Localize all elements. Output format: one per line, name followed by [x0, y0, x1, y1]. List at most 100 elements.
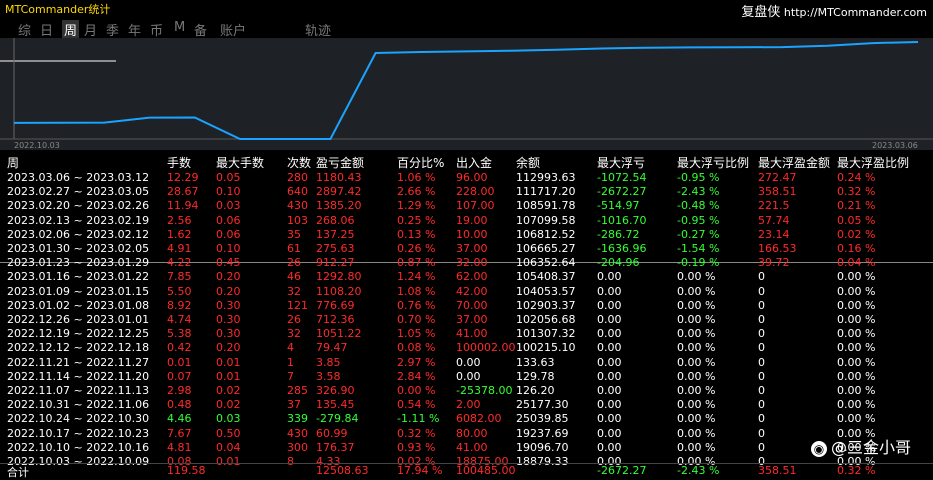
cell-最大浮盈比例: 0.00 % — [837, 313, 876, 326]
cell-最大浮亏比例: 0.00 % — [677, 327, 716, 341]
cell-最大浮亏比例: 0.00 % — [677, 313, 716, 326]
column-header-5[interactable]: 百分比% — [397, 154, 444, 171]
column-header-9[interactable]: 最大浮亏比例 — [677, 154, 749, 171]
tab-10[interactable]: 轨迹 — [305, 20, 331, 39]
cell-出入金: 6082.00 — [456, 412, 502, 426]
cell-手数: 0.07 — [167, 369, 192, 383]
cell-最大浮亏: 0.00 — [597, 426, 622, 440]
cell-最大浮亏比例: 0.00 % — [677, 398, 716, 412]
tab-8[interactable]: 备 — [194, 20, 207, 39]
cell-最大浮盈金额: 166.53 — [758, 242, 797, 255]
cell-最大浮亏: 0.00 — [597, 284, 622, 298]
column-header-4[interactable]: 盈亏金额 — [316, 154, 364, 171]
column-header-8[interactable]: 最大浮亏 — [597, 154, 645, 171]
app-title: MTCommander统计 — [5, 3, 111, 16]
cell-余额: 129.78 — [516, 369, 555, 383]
cell-周: 2022.12.12 ~ 2022.12.18 — [7, 341, 150, 355]
cell-最大手数: 0.02 — [216, 384, 241, 397]
column-header-7[interactable]: 余额 — [516, 154, 540, 171]
cell-最大浮亏比例: 0.00 % — [677, 270, 716, 284]
cell-最大手数: 0.04 — [216, 440, 241, 454]
table-row[interactable]: 2023.01.02 ~ 2023.01.08 8.92 0.30 121 776.69… — [0, 299, 933, 313]
table-row[interactable]: 2022.10.24 ~ 2022.10.30 4.46 0.03 339 -279.8… — [0, 412, 933, 426]
cell-百分比%: 1.29 % — [397, 199, 436, 213]
table-row[interactable]: 2023.02.13 ~ 2023.02.19 2.56 0.06 103 268.06… — [0, 214, 933, 228]
cell-最大浮亏比例: 0.00 % — [677, 284, 716, 298]
tab-7[interactable]: M — [174, 20, 185, 35]
table-row[interactable]: 2023.02.20 ~ 2023.02.26 11.94 0.03 430 1385.… — [0, 199, 933, 213]
cell-最大浮亏: 0.00 — [597, 412, 622, 426]
cell-最大浮盈金额: 23.14 — [758, 227, 790, 241]
tab-9[interactable]: 账户 — [220, 20, 246, 39]
cell-最大手数: 0.06 — [216, 213, 241, 227]
table-row[interactable]: 2023.01.09 ~ 2023.01.15 5.50 0.20 32 1108.20… — [0, 285, 933, 299]
tab-0[interactable]: 综 — [18, 20, 31, 39]
table-row[interactable]: 2022.10.10 ~ 2022.10.16 4.81 0.04 300 176.37… — [0, 441, 933, 455]
cell-百分比%: 0.54 % — [397, 398, 436, 412]
cell-最大浮亏比例: -1.54 % — [677, 242, 720, 255]
table-row[interactable]: 2022.10.31 ~ 2022.11.06 0.48 0.02 37 135.45 0… — [0, 398, 933, 412]
tab-4[interactable]: 季 — [106, 20, 119, 39]
cell-次数: 339 — [287, 412, 308, 426]
cell-最大手数: 0.30 — [216, 298, 241, 312]
tab-6[interactable]: 币 — [150, 20, 163, 39]
cell-手数: 1.62 — [167, 227, 192, 241]
cell-手数: 0.42 — [167, 341, 192, 355]
column-header-0[interactable]: 周 — [7, 154, 19, 171]
table-row[interactable]: 2023.01.16 ~ 2023.01.22 7.85 0.20 46 1292.80… — [0, 270, 933, 284]
column-header-3[interactable]: 次数 — [287, 154, 311, 171]
column-header-10[interactable]: 最大浮盈金额 — [758, 154, 830, 171]
column-header-1[interactable]: 手数 — [167, 154, 191, 171]
cell-最大浮亏: -514.97 — [597, 199, 640, 213]
table-row[interactable]: 2022.11.21 ~ 2022.11.27 0.01 0.01 1 3.85 2.97… — [0, 356, 933, 370]
cell-余额: 19237.69 — [516, 426, 569, 440]
cell-次数: 103 — [287, 213, 308, 227]
cell-次数: 46 — [287, 270, 301, 284]
chart-x-end-label: 2023.03.06 — [872, 141, 918, 150]
column-header-2[interactable]: 最大手数 — [216, 154, 264, 171]
brand-url[interactable]: http://MTCommander.com — [784, 6, 927, 19]
cell-百分比%: 0.26 % — [397, 242, 436, 255]
total-cell-1: 119.58 — [167, 464, 206, 477]
tab-5[interactable]: 年 — [128, 20, 141, 39]
cell-最大浮盈比例: 0.02 % — [837, 227, 876, 241]
cell-百分比%: 0.70 % — [397, 313, 436, 326]
table-row[interactable]: 2023.01.30 ~ 2023.02.05 4.91 0.10 61 275.63 0… — [0, 242, 933, 256]
table-row[interactable]: 2022.11.14 ~ 2022.11.20 0.07 0.01 7 3.58 2.84… — [0, 370, 933, 384]
cell-出入金: 96.00 — [456, 171, 488, 184]
table-row[interactable]: 2022.12.19 ~ 2022.12.25 5.38 0.30 32 1051.22… — [0, 327, 933, 341]
table-row[interactable]: 2022.12.12 ~ 2022.12.18 0.42 0.20 4 79.47 0.0… — [0, 341, 933, 355]
table-row[interactable]: 2022.12.26 ~ 2023.01.01 4.74 0.30 26 712.36 0… — [0, 313, 933, 327]
cell-出入金: 19.00 — [456, 213, 488, 227]
brand[interactable]: 复盘侠 http://MTCommander.com — [741, 1, 927, 20]
table-row[interactable]: 2022.10.17 ~ 2022.10.23 7.67 0.50 430 60.99 0… — [0, 427, 933, 441]
cell-盈亏金额: 1051.22 — [316, 327, 362, 341]
cell-最大浮盈金额: 272.47 — [758, 171, 797, 184]
cell-次数: 26 — [287, 256, 301, 270]
table-row[interactable]: 2023.01.23 ~ 2023.01.29 4.22 0.45 26 912.27 0… — [0, 256, 933, 270]
cell-周: 2022.11.07 ~ 2022.11.13 — [7, 384, 150, 397]
table-row[interactable]: 2022.11.07 ~ 2022.11.13 2.98 0.02 285 326.90… — [0, 384, 933, 398]
cell-周: 2022.10.24 ~ 2022.10.30 — [7, 412, 150, 426]
cell-周: 2023.02.13 ~ 2023.02.19 — [7, 213, 150, 227]
table-row[interactable]: 2023.03.06 ~ 2023.03.12 12.29 0.05 280 1180.… — [0, 171, 933, 185]
cell-手数: 28.67 — [167, 185, 199, 199]
cell-周: 2023.02.27 ~ 2023.03.05 — [7, 185, 150, 199]
cell-最大浮亏: 0.00 — [597, 355, 622, 369]
cell-百分比%: 0.25 % — [397, 213, 436, 227]
table-row[interactable]: 2023.02.27 ~ 2023.03.05 28.67 0.10 640 2897.… — [0, 185, 933, 199]
cell-最大浮亏比例: -2.43 % — [677, 185, 720, 199]
cell-最大浮盈金额: 39.72 — [758, 256, 790, 270]
column-header-11[interactable]: 最大浮盈比例 — [837, 154, 909, 171]
tab-2[interactable]: 周 — [62, 20, 80, 39]
tab-1[interactable]: 日 — [40, 20, 53, 39]
cell-余额: 111717.20 — [516, 185, 576, 199]
cell-最大浮盈金额: 0 — [758, 369, 765, 383]
cell-余额: 19096.70 — [516, 440, 569, 454]
table-row[interactable]: 2023.02.06 ~ 2023.02.12 1.62 0.06 35 137.25 0… — [0, 228, 933, 242]
cell-最大手数: 0.10 — [216, 242, 241, 255]
cell-最大浮亏比例: 0.00 % — [677, 341, 716, 355]
column-header-6[interactable]: 出入金 — [456, 154, 492, 171]
cell-盈亏金额: 1292.80 — [316, 270, 362, 284]
tab-3[interactable]: 月 — [84, 20, 97, 39]
